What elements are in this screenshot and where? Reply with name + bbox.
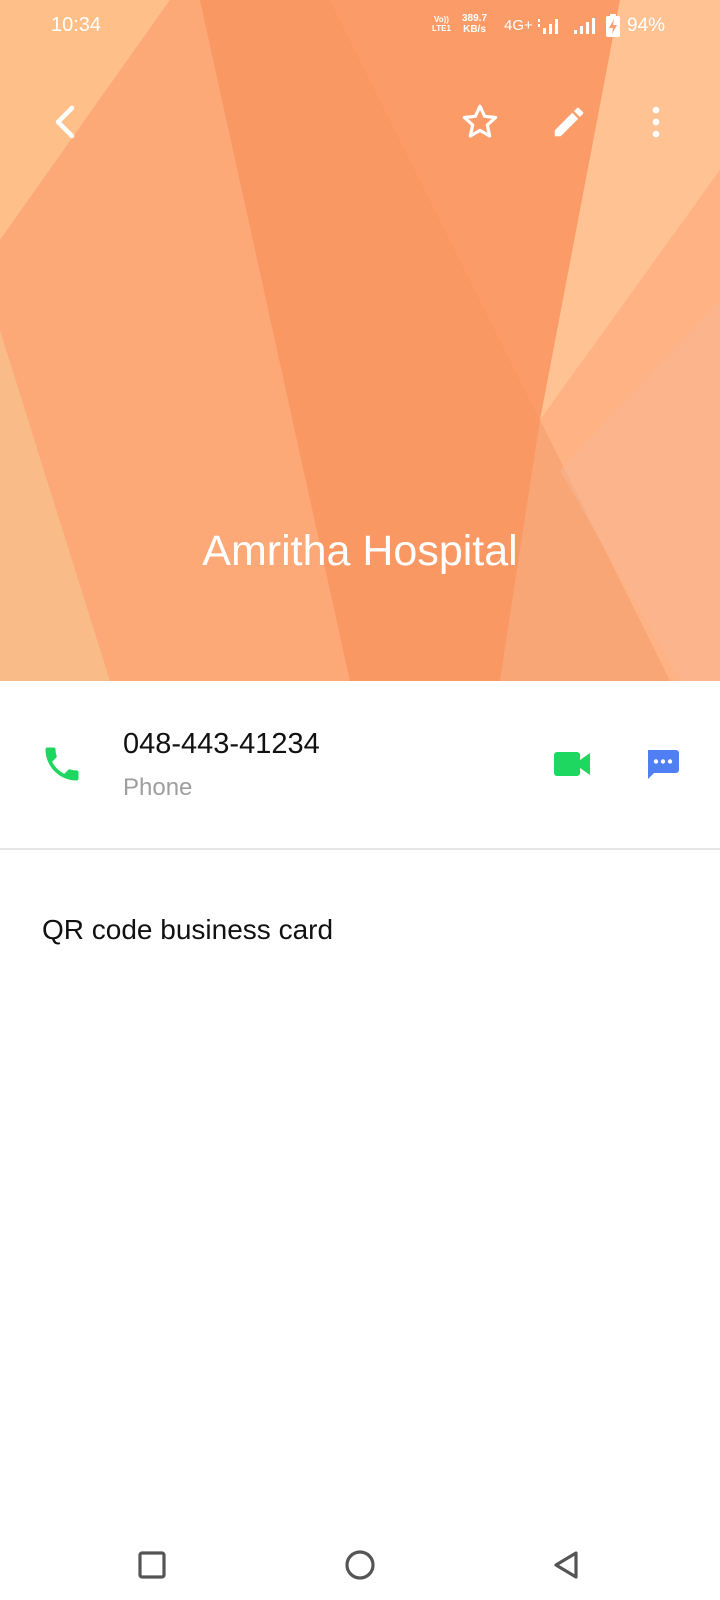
chevron-left-icon bbox=[55, 105, 75, 139]
status-bar: 10:34 Vo)) LTE1 389.7 KB/s 4G+ 94% bbox=[0, 0, 720, 52]
pencil-icon bbox=[554, 107, 584, 137]
phone-number[interactable]: 048-443-41234 bbox=[123, 728, 320, 761]
message-button[interactable] bbox=[642, 744, 682, 784]
header-background bbox=[0, 0, 720, 681]
battery-percent: 94% bbox=[627, 15, 666, 36]
phone-icon bbox=[45, 747, 79, 781]
home-button[interactable] bbox=[335, 1540, 385, 1590]
volte-indicator: Vo)) LTE1 bbox=[432, 15, 451, 33]
status-time: 10:34 bbox=[51, 14, 102, 36]
contact-name: Amritha Hospital bbox=[202, 527, 518, 575]
edit-button[interactable] bbox=[545, 98, 593, 146]
system-back-button[interactable] bbox=[542, 1540, 592, 1590]
video-call-icon bbox=[554, 752, 590, 776]
message-icon bbox=[648, 750, 679, 779]
more-vertical-icon bbox=[652, 106, 660, 138]
recent-apps-button[interactable] bbox=[127, 1540, 177, 1590]
network-speed: 389.7 KB/s bbox=[462, 13, 488, 35]
contact-header: 10:34 Vo)) LTE1 389.7 KB/s 4G+ 94% Amrit… bbox=[0, 0, 720, 681]
qr-code-business-card-item[interactable]: QR code business card bbox=[42, 914, 333, 946]
favorite-button[interactable] bbox=[456, 98, 504, 146]
square-icon bbox=[138, 1551, 166, 1579]
network-type: 4G+ bbox=[504, 17, 533, 34]
phone-type-label: Phone bbox=[123, 774, 193, 801]
battery-charging-icon bbox=[606, 14, 620, 37]
signal-strength-2-icon bbox=[574, 18, 595, 34]
more-options-button[interactable] bbox=[632, 98, 680, 146]
section-divider bbox=[0, 848, 720, 850]
video-call-button[interactable] bbox=[550, 744, 596, 784]
phone-row[interactable] bbox=[0, 681, 720, 848]
back-button[interactable] bbox=[41, 98, 89, 146]
triangle-back-icon bbox=[554, 1551, 578, 1579]
star-outline-icon bbox=[462, 104, 498, 138]
signal-strength-icon bbox=[538, 19, 558, 34]
circle-icon bbox=[345, 1550, 375, 1580]
